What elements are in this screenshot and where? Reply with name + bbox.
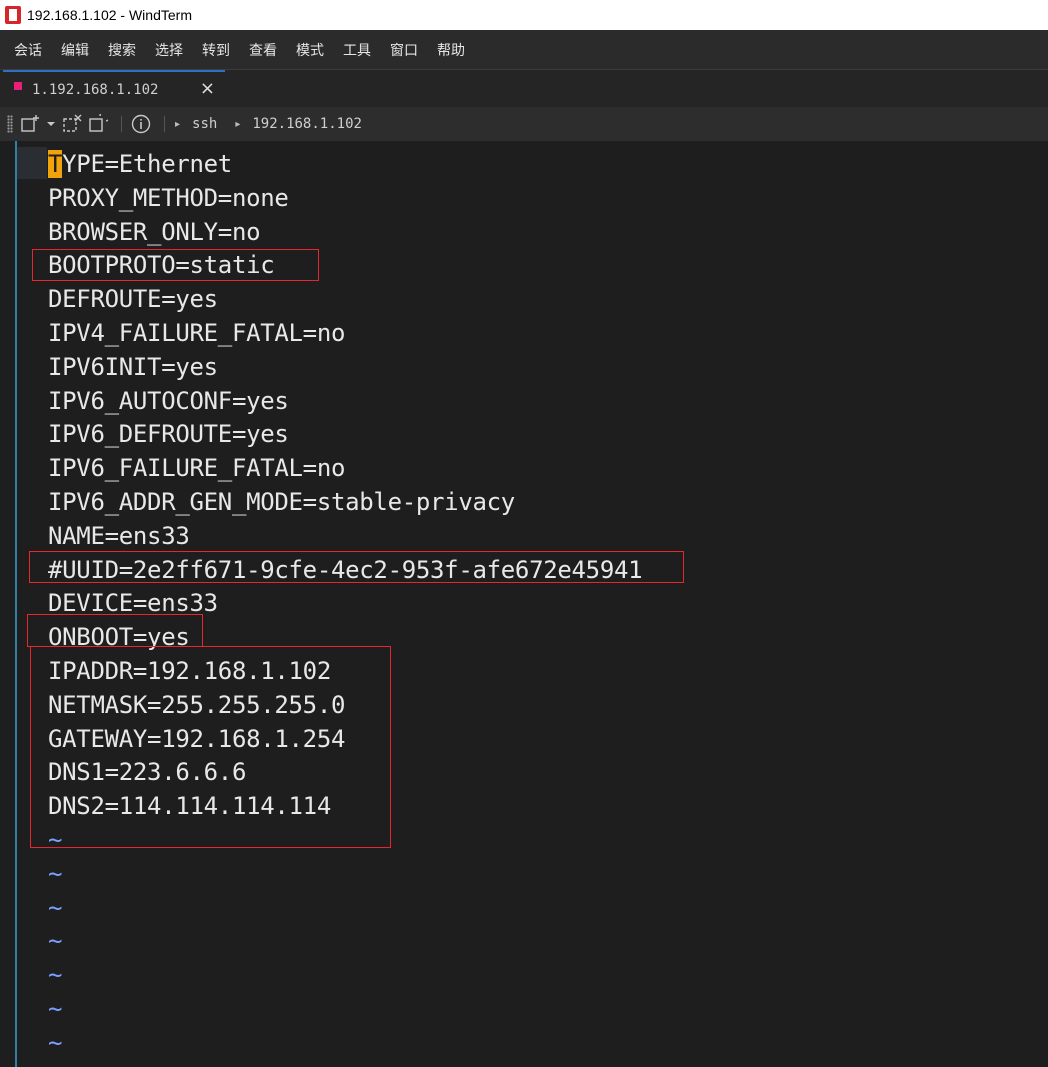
menu-view[interactable]: 查看 [249, 40, 277, 60]
empty-line-tilde: ~ [48, 927, 63, 956]
breadcrumb-arrow-icon: ▸ [175, 118, 181, 130]
empty-line-tilde: ~ [48, 1028, 63, 1057]
menu-window[interactable]: 窗口 [390, 40, 418, 60]
text-line: PROXY_METHOD=none [48, 183, 289, 212]
session-color-dot [14, 81, 22, 90]
text-line: IPV4_FAILURE_FATAL=no [48, 318, 346, 347]
text-line: IPV6_ADDR_GEN_MODE=stable-privacy [48, 487, 515, 516]
empty-line-tilde: ~ [48, 859, 63, 888]
menu-session[interactable]: 会话 [14, 40, 42, 60]
menu-edit[interactable]: 编辑 [61, 40, 89, 60]
windterm-logo-icon [5, 6, 21, 24]
window-title: 192.168.1.102 - WindTerm [27, 7, 192, 23]
empty-line-tilde: ~ [48, 961, 63, 990]
text-line: DEFROUTE=yes [48, 285, 218, 314]
annotation-box-network [30, 646, 391, 848]
text-line: IPV6_AUTOCONF=yes [48, 386, 289, 415]
breadcrumb-protocol[interactable]: ssh [192, 116, 217, 132]
text-cursor: T [48, 150, 63, 178]
info-icon[interactable] [130, 113, 152, 135]
text-line: BROWSER_ONLY=no [48, 217, 261, 246]
duplicate-session-icon[interactable] [87, 113, 109, 135]
text-line: IPV6INIT=yes [48, 352, 218, 381]
close-icon[interactable]: × [200, 79, 215, 99]
breadcrumb-arrow-icon: ▸ [235, 118, 241, 130]
menu-tools[interactable]: 工具 [343, 40, 371, 60]
menu-search[interactable]: 搜索 [108, 40, 136, 60]
text-line: IPV6_DEFROUTE=yes [48, 420, 289, 449]
gutter-indicator [15, 141, 17, 1067]
empty-line-tilde: ~ [48, 994, 63, 1023]
toolbar-divider [164, 116, 165, 132]
breadcrumb-host[interactable]: 192.168.1.102 [252, 116, 362, 132]
empty-line-tilde: ~ [48, 893, 63, 922]
text-line-rest: YPE=Ethernet [62, 150, 232, 178]
tab-label: 1.192.168.1.102 [32, 81, 159, 98]
drag-handle[interactable] [7, 115, 13, 133]
file-content: TYPE=Ethernet PROXY_METHOD=none BROWSER_… [48, 148, 643, 1061]
close-pane-icon[interactable] [61, 113, 83, 135]
tab-session[interactable]: 1.192.168.1.102 × [3, 70, 225, 107]
text-line: NAME=ens33 [48, 521, 190, 550]
title-bar: 192.168.1.102 - WindTerm [0, 0, 1048, 30]
tab-strip: 1.192.168.1.102 × [0, 69, 1048, 107]
toolbar-divider [121, 116, 122, 132]
session-toolbar: ▸ ssh ▸ 192.168.1.102 [0, 107, 1048, 141]
annotation-box-onboot [27, 614, 203, 647]
menu-bar: 会话 编辑 搜索 选择 转到 查看 模式 工具 窗口 帮助 [0, 30, 1048, 69]
annotation-box-uuid [29, 551, 684, 583]
menu-select[interactable]: 选择 [155, 40, 183, 60]
menu-mode[interactable]: 模式 [296, 40, 324, 60]
menu-help[interactable]: 帮助 [437, 40, 465, 60]
chevron-down-icon[interactable] [45, 113, 57, 135]
menu-goto[interactable]: 转到 [202, 40, 230, 60]
new-pane-icon[interactable] [19, 113, 41, 135]
current-line-highlight [17, 147, 47, 179]
text-line: IPV6_FAILURE_FATAL=no [48, 454, 346, 483]
text-line: TYPE=Ethernet [48, 148, 642, 182]
annotation-box-bootproto [32, 249, 319, 281]
terminal-editor[interactable]: TYPE=Ethernet PROXY_METHOD=none BROWSER_… [0, 141, 1048, 1067]
